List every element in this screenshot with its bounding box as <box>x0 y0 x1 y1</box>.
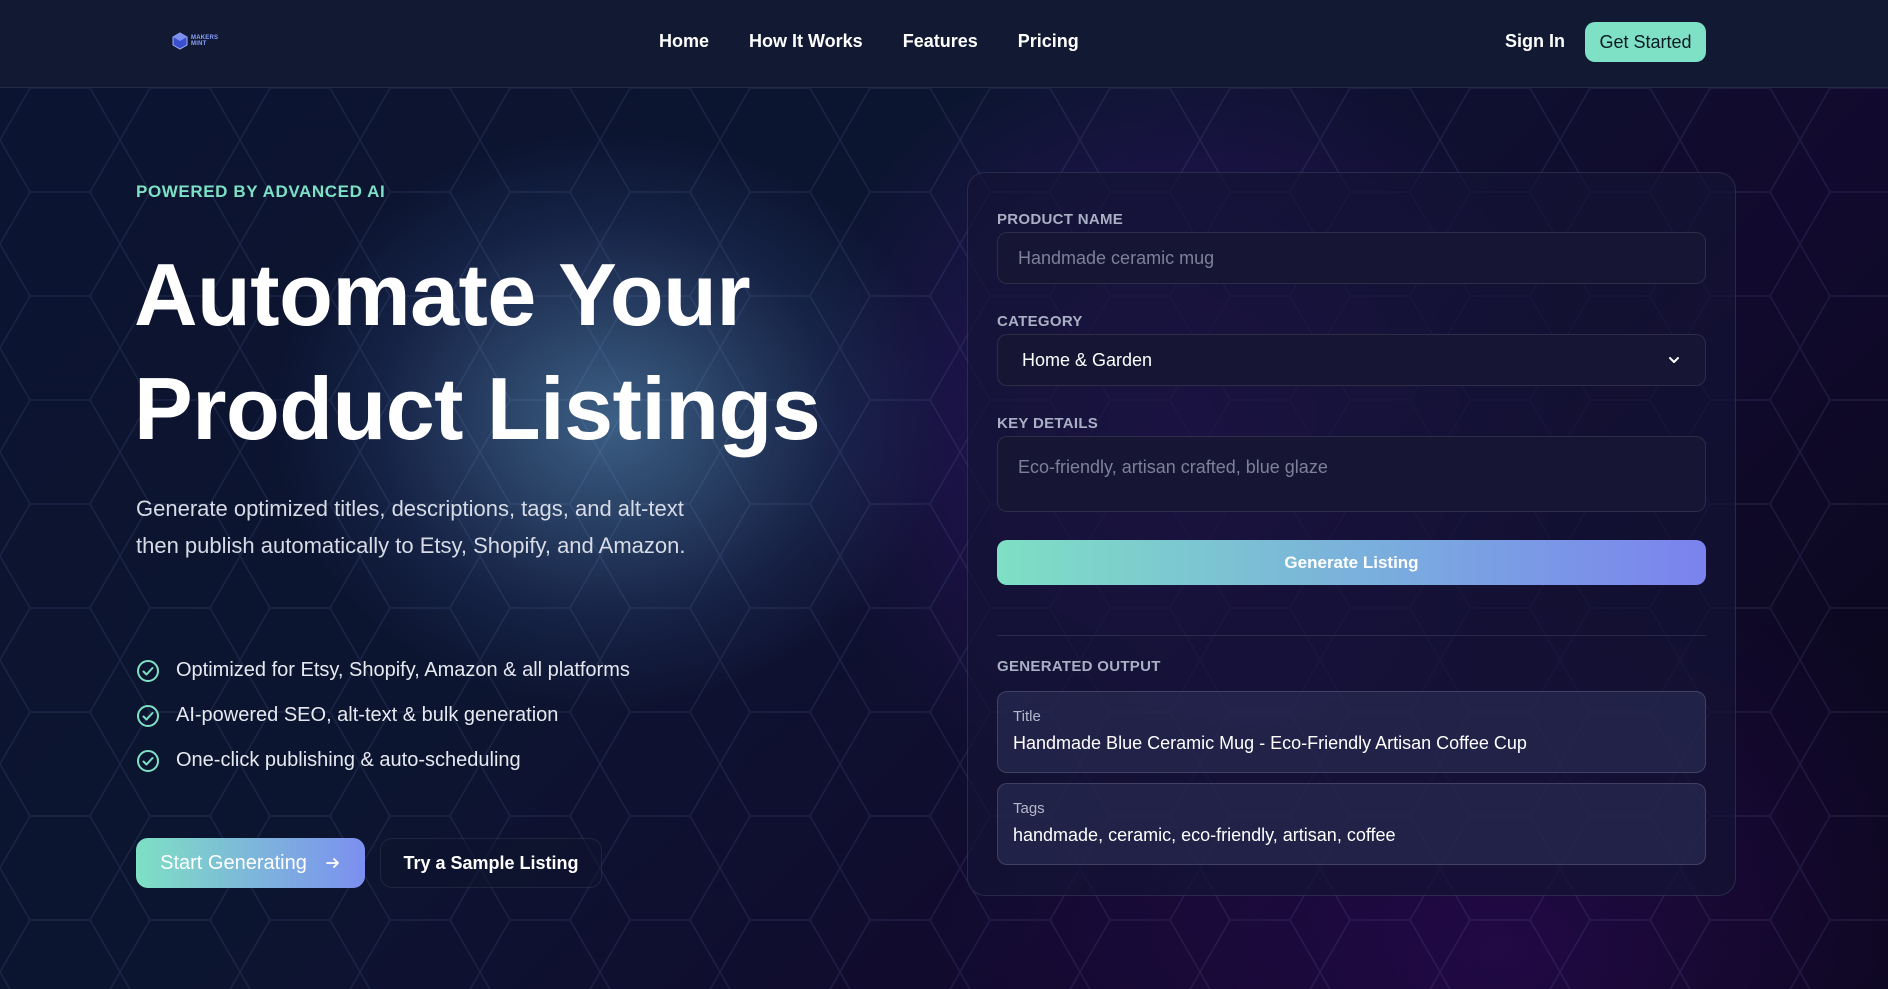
brand-logo[interactable]: MAKERS MINT <box>172 30 220 52</box>
feature-text: One-click publishing & auto-scheduling <box>176 749 521 771</box>
hero-headline: Automate Your Product Listings <box>134 238 821 466</box>
feature-text: AI-powered SEO, alt-text & bulk generati… <box>176 704 559 726</box>
key-details-textarea[interactable] <box>997 436 1706 512</box>
output-title-label: Title <box>1013 708 1041 725</box>
headline-line-2: Product Listings <box>134 359 821 458</box>
try-sample-listing-button[interactable]: Try a Sample Listing <box>380 838 602 888</box>
generate-listing-button[interactable]: Generate Listing <box>997 540 1706 585</box>
main-nav: Home How It Works Features Pricing <box>659 31 1079 52</box>
category-select[interactable]: Home & Garden <box>997 334 1706 386</box>
feature-item: One-click publishing & auto-scheduling <box>136 738 630 783</box>
start-generating-label: Start Generating <box>160 851 307 874</box>
check-circle-icon <box>137 749 159 772</box>
feature-item: AI-powered SEO, alt-text & bulk generati… <box>136 693 630 738</box>
generated-output-heading: GENERATED OUTPUT <box>997 658 1161 675</box>
top-navbar: MAKERS MINT Home How It Works Features Pr… <box>0 0 1888 88</box>
output-title-box: Title Handmade Blue Ceramic Mug - Eco-Fr… <box>997 691 1706 773</box>
nav-link-how-it-works[interactable]: How It Works <box>749 31 863 52</box>
output-title-value: Handmade Blue Ceramic Mug - Eco-Friendly… <box>1013 733 1527 753</box>
output-tags-box: Tags handmade, ceramic, eco-friendly, ar… <box>997 783 1706 865</box>
feature-list: Optimized for Etsy, Shopify, Amazon & al… <box>136 648 630 783</box>
category-selected-value: Home & Garden <box>1022 349 1153 370</box>
get-started-button[interactable]: Get Started <box>1585 22 1706 62</box>
output-tags-label: Tags <box>1013 800 1045 817</box>
feature-text: Optimized for Etsy, Shopify, Amazon & al… <box>176 659 630 681</box>
nav-link-home[interactable]: Home <box>659 31 709 52</box>
logo-wordmark: MAKERS MINT <box>191 35 219 47</box>
feature-item: Optimized for Etsy, Shopify, Amazon & al… <box>136 648 630 693</box>
key-details-label: KEY DETAILS <box>997 415 1099 432</box>
arrow-right-icon <box>325 858 339 868</box>
start-generating-button[interactable]: Start Generating <box>136 838 365 888</box>
headline-line-1: Automate Your <box>134 245 751 344</box>
hero-eyebrow: POWERED BY ADVANCED AI <box>136 182 386 201</box>
hero-subheading: Generate optimized titles, descriptions,… <box>136 496 686 558</box>
logo-cube-icon <box>172 32 188 50</box>
listing-generator-card: PRODUCT NAME CATEGORY Home & Garden KEY … <box>967 172 1736 896</box>
section-divider <box>997 635 1706 636</box>
product-name-label: PRODUCT NAME <box>997 211 1124 228</box>
check-circle-icon <box>137 704 159 727</box>
category-label: CATEGORY <box>997 313 1083 330</box>
product-name-input[interactable] <box>997 232 1706 284</box>
output-tags-value: handmade, ceramic, eco-friendly, artisan… <box>1013 825 1396 845</box>
check-circle-icon <box>137 659 159 682</box>
chevron-down-icon <box>1669 357 1679 363</box>
nav-link-features[interactable]: Features <box>903 31 978 52</box>
sign-in-link[interactable]: Sign In <box>1505 31 1565 52</box>
nav-link-pricing[interactable]: Pricing <box>1018 31 1079 52</box>
